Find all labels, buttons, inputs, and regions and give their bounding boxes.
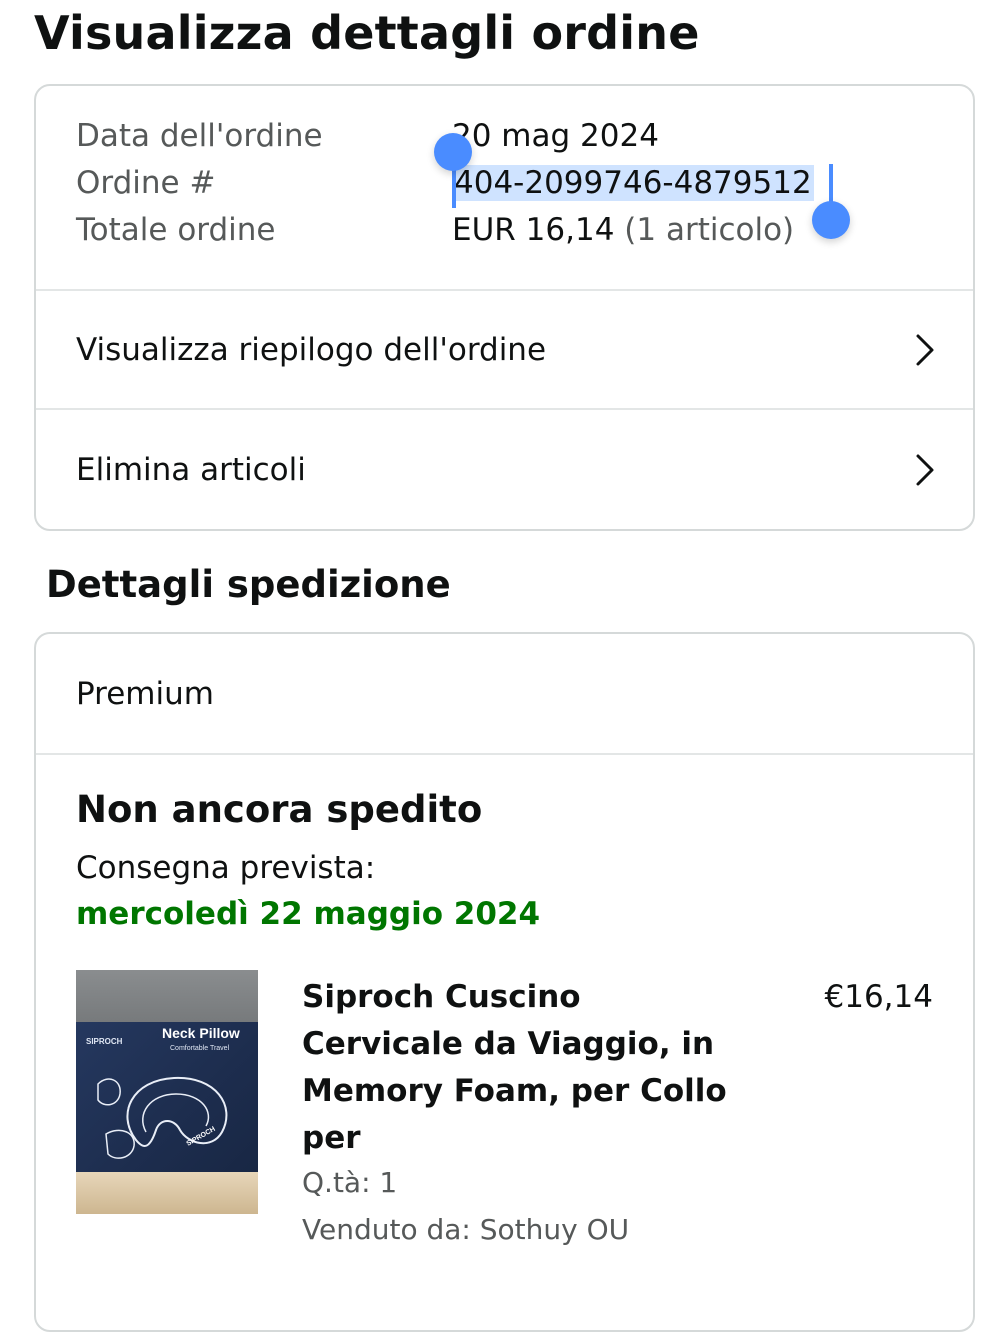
product-image[interactable]: SIPROCH Neck Pillow Comfortable Travel S… — [76, 970, 258, 1214]
order-date-value: 20 mag 2024 — [452, 118, 659, 154]
order-total-value: EUR 16,14 (1 articolo) — [452, 212, 794, 248]
product-title[interactable]: Siproch Cuscino Cervicale da Viaggio, in… — [302, 974, 732, 1162]
neck-pillow-illustration: SIPROCH Neck Pillow Comfortable Travel S… — [86, 1025, 240, 1159]
selection-end-handle[interactable] — [812, 201, 850, 239]
image-subheading: Comfortable Travel — [170, 1045, 230, 1052]
delete-items-label: Elimina articoli — [76, 451, 306, 488]
box-base — [76, 1172, 258, 1214]
shipping-section-title: Dettagli spedizione — [46, 563, 451, 606]
delivery-date: mercoledì 22 maggio 2024 — [76, 896, 541, 932]
shipment-status: Non ancora spedito — [76, 788, 483, 831]
image-heading: Neck Pillow — [162, 1025, 240, 1041]
order-summary-card: Data dell'ordine 20 mag 2024 Ordine # 40… — [34, 84, 975, 531]
view-order-summary-label: Visualizza riepilogo dell'ordine — [76, 331, 547, 368]
shipping-method: Premium — [36, 634, 973, 755]
product-quantity: Q.tà: 1 — [302, 1166, 398, 1199]
product-seller: Venduto da: Sothuy OU — [302, 1213, 630, 1246]
selection-start-handle[interactable] — [434, 133, 472, 171]
product-box: SIPROCH Neck Pillow Comfortable Travel S… — [76, 1022, 258, 1172]
delivery-label: Consegna prevista: — [76, 850, 376, 886]
shipping-card: Premium Non ancora spedito Consegna prev… — [34, 632, 975, 1332]
pillow-brand-text: SIPROCH — [186, 1126, 217, 1148]
order-total-amount: EUR 16,14 — [452, 212, 615, 248]
selected-text[interactable]: 404-2099746-4879512 — [452, 165, 814, 201]
order-number-label: Ordine # — [76, 165, 216, 201]
chevron-right-icon — [916, 454, 934, 485]
order-total-items: (1 articolo) — [624, 212, 795, 248]
page-title: Visualizza dettagli ordine — [34, 6, 700, 60]
order-info: Data dell'ordine 20 mag 2024 Ordine # 40… — [36, 86, 973, 291]
order-total-label: Totale ordine — [76, 212, 276, 248]
order-date-label: Data dell'ordine — [76, 118, 323, 154]
product-price: €16,14 — [824, 979, 933, 1015]
view-order-summary-row[interactable]: Visualizza riepilogo dell'ordine — [36, 291, 973, 410]
brand-logo-text: SIPROCH — [86, 1037, 123, 1046]
delete-items-row[interactable]: Elimina articoli — [36, 410, 973, 529]
order-number-value[interactable]: 404-2099746-4879512 — [452, 165, 814, 201]
chevron-right-icon — [916, 334, 934, 365]
